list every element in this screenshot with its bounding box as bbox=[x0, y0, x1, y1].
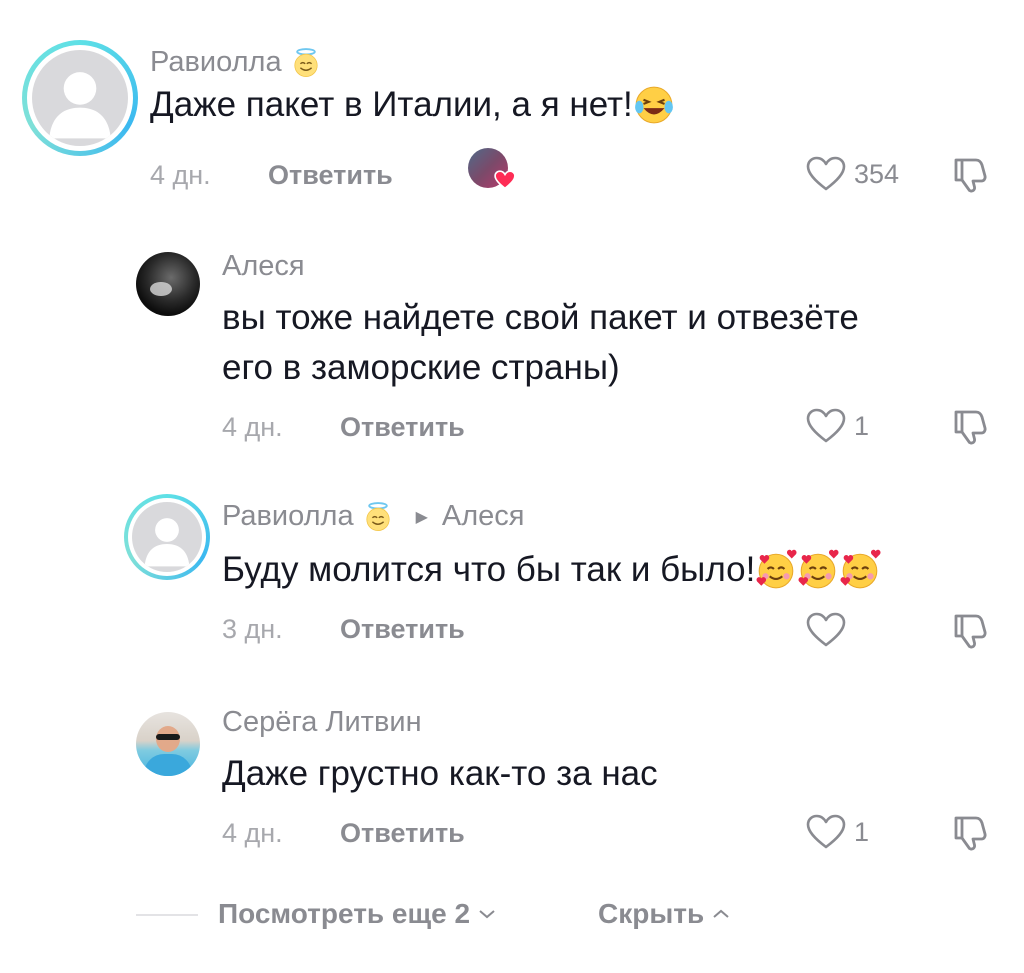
default-avatar-icon bbox=[32, 50, 128, 146]
laugh-emoji-icon bbox=[633, 84, 675, 126]
dislike-icon[interactable] bbox=[950, 154, 990, 194]
chevron-up-icon bbox=[713, 909, 729, 918]
hide-replies-button[interactable]: Скрыть bbox=[598, 898, 730, 930]
comment-author[interactable]: Равиолла bbox=[150, 46, 322, 79]
reply-button[interactable]: Ответить bbox=[268, 160, 393, 191]
heart-icon bbox=[806, 814, 846, 850]
like-button[interactable]: 1 bbox=[806, 814, 869, 850]
reply-arrow-icon: ▶ bbox=[415, 508, 428, 526]
view-more-replies-button[interactable]: Посмотреть еще 2 bbox=[218, 898, 496, 930]
comment-author[interactable]: Алеся bbox=[222, 250, 305, 283]
heart-icon bbox=[806, 156, 846, 192]
dislike-icon[interactable] bbox=[950, 812, 990, 852]
creator-heart-icon bbox=[494, 170, 516, 190]
reply-button[interactable]: Ответить bbox=[340, 412, 465, 443]
comment-author[interactable]: Серёга Литвин bbox=[222, 706, 422, 739]
like-count: 1 bbox=[854, 816, 870, 847]
default-avatar-icon bbox=[132, 502, 202, 572]
like-count: 354 bbox=[854, 158, 900, 189]
love-emoji-icon bbox=[755, 549, 797, 591]
comment-text: Буду молится что бы так и было! bbox=[222, 545, 881, 595]
reply-button[interactable]: Ответить bbox=[340, 614, 465, 645]
heart-icon bbox=[806, 408, 846, 444]
avatar[interactable] bbox=[124, 494, 210, 580]
comment-author[interactable]: Равиолла ▶ Алеся bbox=[222, 500, 525, 533]
like-count: 1 bbox=[854, 410, 870, 441]
like-button[interactable]: 354 bbox=[806, 156, 899, 192]
angel-emoji-icon bbox=[290, 47, 322, 79]
like-button[interactable] bbox=[806, 612, 854, 648]
heart-icon bbox=[806, 612, 846, 648]
creator-liked-badge bbox=[468, 148, 518, 194]
chevron-down-icon bbox=[479, 910, 495, 919]
comment-time: 3 дн. bbox=[222, 614, 283, 644]
divider bbox=[136, 914, 198, 916]
avatar[interactable] bbox=[136, 252, 200, 316]
reply-button[interactable]: Ответить bbox=[340, 818, 465, 849]
comment-text: Даже пакет в Италии, а я нет! bbox=[150, 80, 675, 130]
comment-text: вы тоже найдете свой пакет и отвезёте ег… bbox=[222, 298, 859, 387]
dislike-icon[interactable] bbox=[950, 610, 990, 650]
comment-text: Даже грустно как-то за нас bbox=[222, 754, 658, 793]
avatar[interactable] bbox=[22, 40, 138, 156]
love-emoji-icon bbox=[839, 549, 881, 591]
comment-time: 4 дн. bbox=[222, 412, 283, 442]
reply-to-user[interactable]: Алеся bbox=[442, 500, 525, 533]
love-emoji-icon bbox=[797, 549, 839, 591]
dislike-icon[interactable] bbox=[950, 406, 990, 446]
comment-time: 4 дн. bbox=[150, 160, 211, 190]
angel-emoji-icon bbox=[362, 501, 394, 533]
like-button[interactable]: 1 bbox=[806, 408, 869, 444]
avatar[interactable] bbox=[136, 712, 200, 776]
comment-time: 4 дн. bbox=[222, 818, 283, 848]
